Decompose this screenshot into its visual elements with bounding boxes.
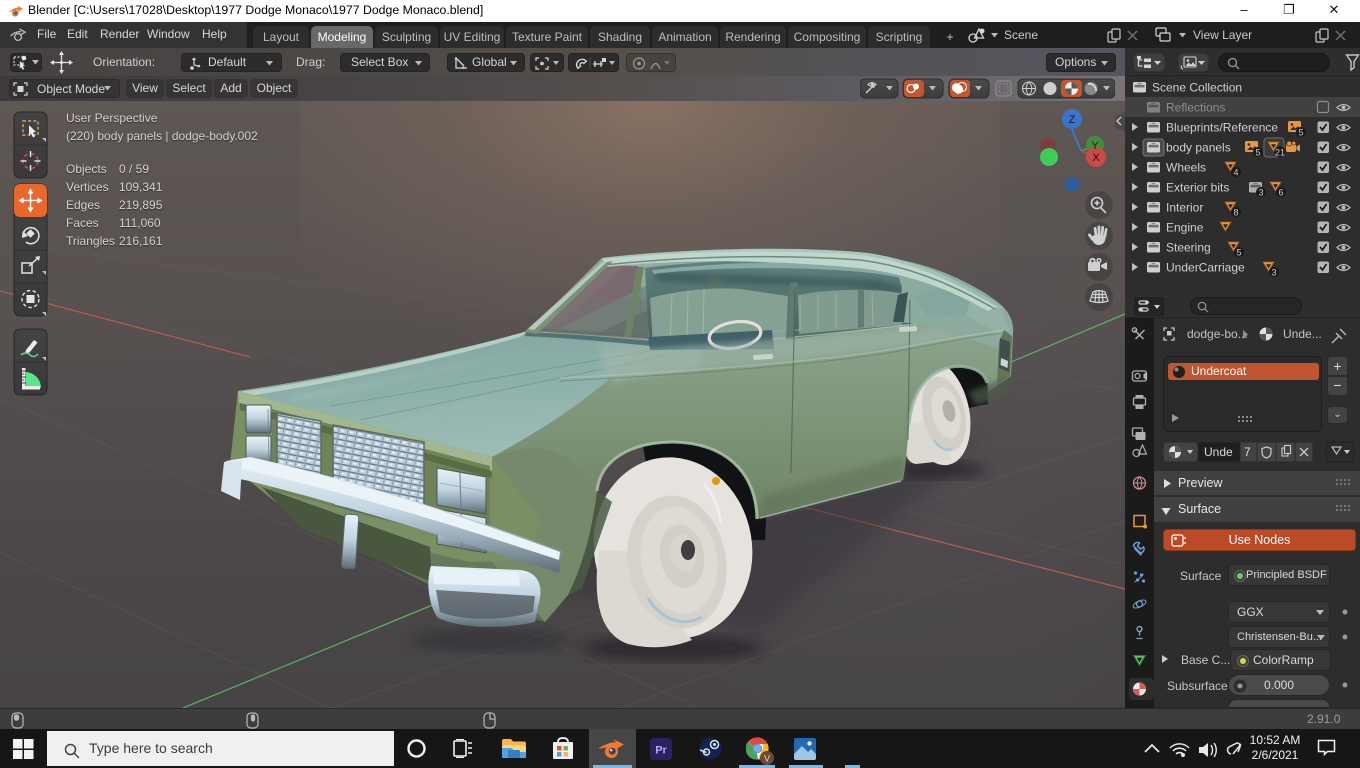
- svg-text:X: X: [1092, 152, 1100, 164]
- svg-text:4: 4: [1233, 168, 1238, 178]
- svg-text:7: 7: [1244, 445, 1251, 459]
- svg-text:Blueprints/Reference: Blueprints/Reference: [1166, 121, 1278, 135]
- svg-text:dodge-bo...: dodge-bo...: [1187, 327, 1248, 341]
- svg-text:Reflections: Reflections: [1166, 101, 1225, 115]
- svg-text:Unde: Unde: [1204, 445, 1233, 459]
- svg-text:5: 5: [1298, 128, 1303, 138]
- svg-text:Exterior bits: Exterior bits: [1166, 181, 1229, 195]
- svg-text:Z: Z: [1069, 114, 1076, 126]
- svg-text:6: 6: [1278, 188, 1283, 198]
- svg-text:5: 5: [1255, 148, 1260, 158]
- svg-text:Pr: Pr: [655, 745, 667, 757]
- svg-text:body panels: body panels: [1166, 141, 1231, 155]
- svg-text:Wheels: Wheels: [1166, 161, 1206, 175]
- svg-text:3: 3: [1271, 268, 1276, 278]
- svg-text:V: V: [764, 754, 770, 764]
- svg-text:Y: Y: [1091, 140, 1099, 152]
- svg-text:5: 5: [1236, 248, 1241, 258]
- svg-text:Scene Collection: Scene Collection: [1152, 81, 1242, 95]
- svg-text:21: 21: [1275, 148, 1285, 158]
- svg-text:Steering: Steering: [1166, 241, 1211, 255]
- svg-text:Unde...: Unde...: [1283, 327, 1322, 341]
- svg-text:Interior: Interior: [1166, 201, 1203, 215]
- svg-text:8: 8: [1233, 208, 1238, 218]
- svg-text:Engine: Engine: [1166, 221, 1204, 235]
- svg-text:3: 3: [1258, 188, 1263, 198]
- svg-text:UnderCarriage: UnderCarriage: [1166, 261, 1245, 275]
